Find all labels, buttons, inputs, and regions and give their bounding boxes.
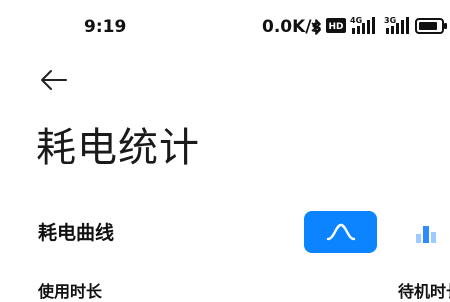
curve-view-toggle[interactable] — [304, 211, 377, 253]
back-button[interactable] — [38, 64, 70, 96]
svg-text:3G: 3G — [384, 16, 396, 25]
status-time: 9:19 — [84, 17, 127, 37]
page-title: 耗电统计 — [36, 125, 200, 171]
usage-duration-label: 使用时长 — [38, 282, 103, 301]
battery-icon — [415, 18, 448, 38]
section-title: 耗电曲线 — [38, 222, 115, 244]
hd-icon: HD — [326, 18, 346, 37]
svg-text:HD: HD — [328, 22, 343, 32]
svg-text:4G: 4G — [350, 16, 362, 25]
bar-view-toggle[interactable] — [404, 211, 450, 253]
signal-4g-icon: 4G — [349, 14, 379, 40]
status-bar: 9:19 0.0K/s HD 4G 3G — [0, 0, 450, 54]
back-arrow-icon — [38, 70, 70, 100]
standby-duration-label: 待机时长 — [398, 282, 450, 301]
signal-3g-icon: 3G — [383, 14, 413, 40]
bluetooth-icon — [311, 18, 322, 40]
